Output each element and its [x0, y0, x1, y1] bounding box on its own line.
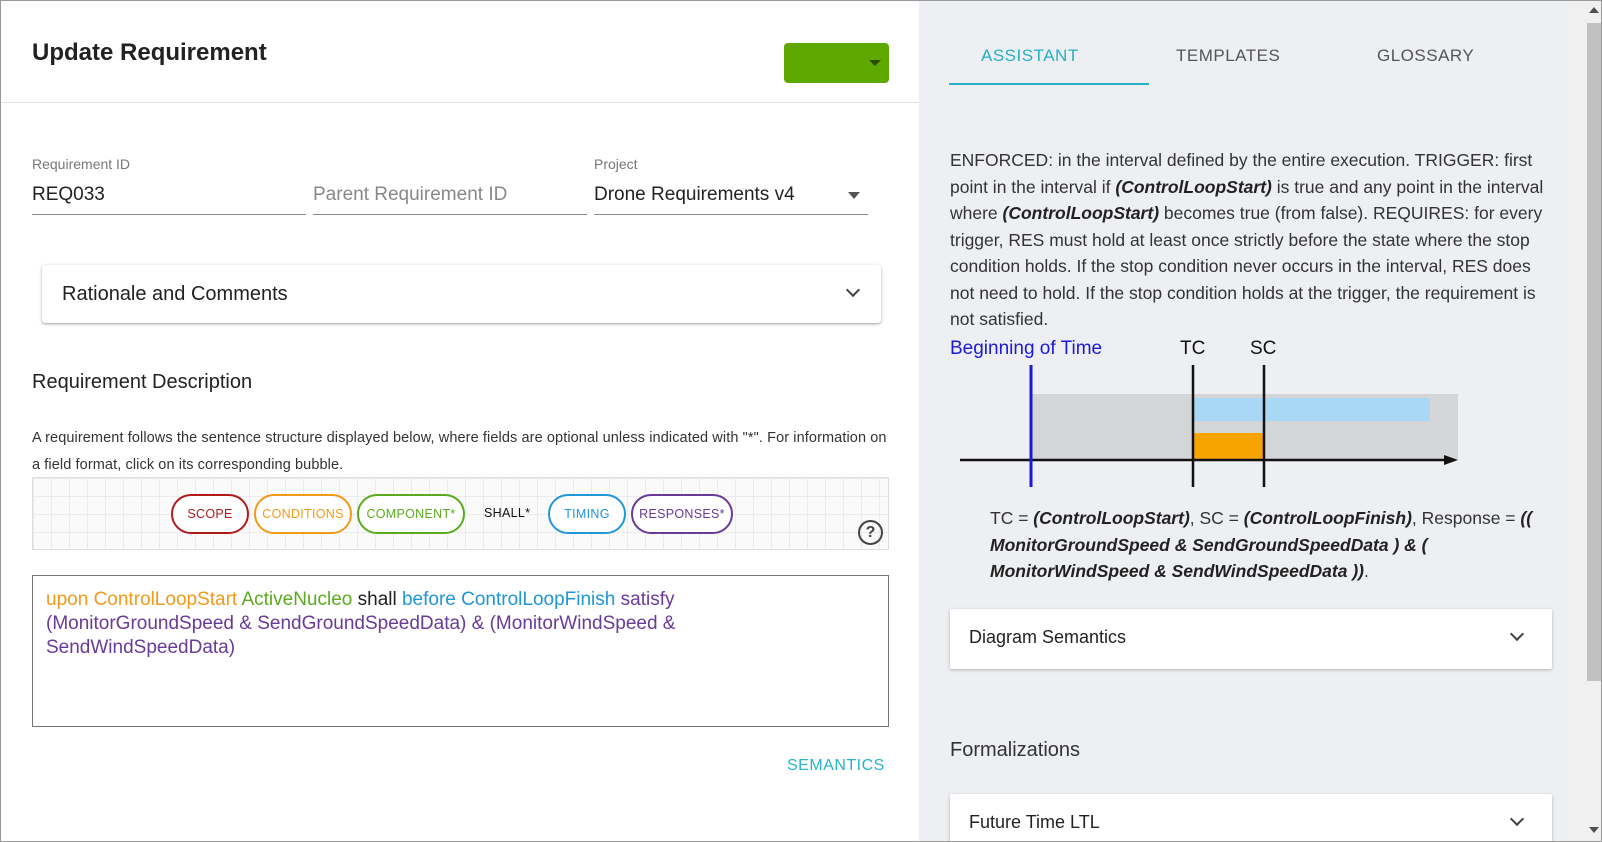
formula-text: , Response = — [1411, 508, 1521, 528]
formula-text: , SC = — [1189, 508, 1244, 528]
scrollbar-thumb[interactable] — [1587, 23, 1601, 681]
requirement-description-help: A requirement follows the sentence struc… — [32, 430, 887, 473]
trigger-condition: (ControlLoopStart) — [1002, 203, 1160, 223]
dropdown-arrow-icon[interactable] — [848, 192, 860, 199]
project-value[interactable]: Drone Requirements v4 — [594, 184, 795, 206]
update-requirement-dialog: Update Requirement Requirement ID REQ033… — [0, 0, 1602, 842]
tc-label: TC — [1180, 339, 1205, 359]
component-bubble[interactable]: COMPONENT* — [357, 494, 465, 534]
beginning-of-time-label: Beginning of Time — [950, 339, 1102, 359]
requirement-description-title: Requirement Description — [32, 371, 253, 393]
condition-text: ControlLoopStart — [93, 589, 238, 610]
sc-label: SC — [1250, 339, 1276, 359]
tc-value: (ControlLoopStart) — [1033, 508, 1190, 528]
response-bar — [1193, 398, 1430, 421]
save-dropdown-button[interactable] — [784, 43, 889, 83]
tab-templates[interactable]: TEMPLATES — [1176, 46, 1280, 66]
requirement-text[interactable]: upon ControlLoopStart ActiveNucleo shall… — [46, 588, 866, 660]
help-circle-icon[interactable]: ? — [858, 520, 883, 545]
diagram-semantics-label: Diagram Semantics — [969, 627, 1127, 647]
scope-bubble[interactable]: SCOPE — [171, 494, 249, 534]
trigger-condition: (ControlLoopStart) — [1115, 176, 1272, 197]
project-select[interactable]: Project Drone Requirements v4 — [594, 156, 890, 216]
field-underline — [313, 214, 587, 215]
tab-assistant[interactable]: ASSISTANT — [981, 46, 1079, 66]
semantics-variables: TC = (ControlLoopStart), SC = (ControlLo… — [990, 505, 1560, 585]
requirement-id-label: Requirement ID — [32, 156, 131, 172]
parent-requirement-id-placeholder[interactable]: Parent Requirement ID — [313, 184, 507, 206]
trigger-window-bar — [1193, 433, 1264, 459]
timing-text: before ControlLoopFinish — [401, 589, 616, 610]
requirement-text-editor[interactable]: upon ControlLoopStart ActiveNucleo shall… — [32, 575, 889, 727]
dialog-header: Update Requirement — [1, 1, 919, 103]
sentence-structure-bubbles: SCOPE CONDITIONS COMPONENT* SHALL* TIMIN… — [32, 477, 889, 550]
chevron-down-icon[interactable] — [1509, 626, 1525, 642]
semantics-button[interactable]: SEMANTICS — [787, 757, 885, 775]
formula-text: TC = — [990, 508, 1034, 528]
chevron-down-icon[interactable] — [1509, 811, 1525, 827]
caret-down-icon — [869, 60, 881, 66]
assistant-panel: ASSISTANT TEMPLATES GLOSSARY ENFORCED: i… — [919, 1, 1585, 841]
scroll-up-arrow-icon[interactable] — [1589, 7, 1599, 13]
condition-keyword: upon — [46, 589, 89, 610]
diagram-semantics-accordion[interactable]: Diagram Semantics — [950, 609, 1552, 669]
component-text: ActiveNucleo — [241, 589, 353, 610]
timing-bubble[interactable]: TIMING — [548, 494, 626, 534]
requirement-form-panel: Update Requirement Requirement ID REQ033… — [1, 1, 919, 841]
future-time-ltl-label: Future Time LTL — [969, 812, 1100, 832]
semantics-timing-diagram: Beginning of Time TC SC — [950, 339, 1458, 487]
shall-label[interactable]: SHALL* — [484, 506, 530, 520]
scroll-down-arrow-icon[interactable] — [1589, 827, 1599, 833]
active-tab-indicator — [949, 83, 1149, 85]
requirement-id-field[interactable]: Requirement ID REQ033 — [32, 156, 306, 216]
requirement-id-value[interactable]: REQ033 — [32, 184, 105, 206]
rationale-accordion-label: Rationale and Comments — [62, 283, 288, 305]
sc-value: (ControlLoopFinish) — [1243, 508, 1412, 528]
field-underline — [32, 214, 306, 215]
field-underline — [594, 214, 868, 215]
project-label: Project — [594, 156, 638, 172]
semantics-explanation: ENFORCED: in the interval defined by the… — [950, 147, 1550, 333]
shall-text: shall — [357, 589, 397, 610]
formalizations-title: Formalizations — [950, 739, 1081, 761]
dialog-title: Update Requirement — [32, 39, 267, 66]
future-time-ltl-accordion[interactable]: Future Time LTL — [950, 794, 1552, 841]
responses-bubble[interactable]: RESPONSES* — [631, 494, 733, 534]
parent-requirement-id-field[interactable]: Parent Requirement ID — [313, 156, 587, 216]
formula-text: . — [1364, 561, 1369, 581]
rationale-accordion[interactable]: Rationale and Comments — [42, 265, 881, 323]
tab-glossary[interactable]: GLOSSARY — [1377, 46, 1474, 66]
chevron-down-icon[interactable] — [845, 282, 861, 298]
conditions-bubble[interactable]: CONDITIONS — [254, 494, 352, 534]
